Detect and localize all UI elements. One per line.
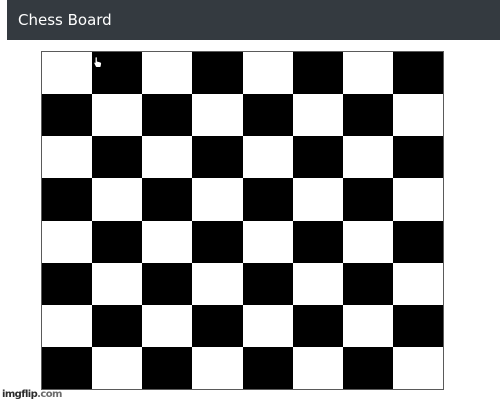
board-square-r2-c2[interactable] — [92, 94, 143, 137]
board-square-r8-c4[interactable] — [192, 346, 243, 389]
board-square-r6-c4[interactable] — [192, 262, 243, 305]
board-square-r8-c1[interactable] — [42, 346, 93, 389]
board-square-r1-c8[interactable] — [392, 52, 443, 95]
board-square-r8-c5[interactable] — [242, 346, 293, 389]
board-square-r8-c7[interactable] — [342, 346, 393, 389]
board-square-r5-c1[interactable] — [42, 220, 93, 263]
board-square-r2-c1[interactable] — [42, 94, 93, 137]
board-square-r4-c8[interactable] — [392, 178, 443, 221]
board-square-r7-c7[interactable] — [342, 304, 393, 347]
board-square-r5-c7[interactable] — [342, 220, 393, 263]
board-square-r3-c5[interactable] — [242, 136, 293, 179]
board-square-r2-c3[interactable] — [142, 94, 193, 137]
watermark-domain: .com — [37, 389, 62, 400]
chess-board[interactable] — [41, 51, 444, 390]
board-square-r1-c3[interactable] — [142, 52, 193, 95]
board-square-r1-c2[interactable] — [92, 52, 143, 95]
board-square-r4-c2[interactable] — [92, 178, 143, 221]
board-square-r2-c8[interactable] — [392, 94, 443, 137]
board-square-r4-c1[interactable] — [42, 178, 93, 221]
board-square-r7-c1[interactable] — [42, 304, 93, 347]
board-square-r4-c7[interactable] — [342, 178, 393, 221]
board-square-r4-c4[interactable] — [192, 178, 243, 221]
board-square-r6-c5[interactable] — [242, 262, 293, 305]
imgflip-watermark: imgflip .com — [2, 389, 62, 400]
board-square-r5-c2[interactable] — [92, 220, 143, 263]
board-square-r3-c1[interactable] — [42, 136, 93, 179]
board-square-r6-c7[interactable] — [342, 262, 393, 305]
page: Chess Board imgflip .com — [0, 0, 500, 403]
board-square-r5-c4[interactable] — [192, 220, 243, 263]
board-square-r7-c5[interactable] — [242, 304, 293, 347]
board-square-r3-c6[interactable] — [292, 136, 343, 179]
board-square-r4-c3[interactable] — [142, 178, 193, 221]
board-square-r5-c8[interactable] — [392, 220, 443, 263]
board-square-r3-c4[interactable] — [192, 136, 243, 179]
board-square-r3-c8[interactable] — [392, 136, 443, 179]
hand-pointer-icon — [93, 56, 103, 68]
watermark-text: imgflip — [2, 389, 38, 400]
board-square-r8-c2[interactable] — [92, 346, 143, 389]
board-square-r7-c2[interactable] — [92, 304, 143, 347]
board-square-r4-c6[interactable] — [292, 178, 343, 221]
board-square-r2-c4[interactable] — [192, 94, 243, 137]
board-square-r1-c7[interactable] — [342, 52, 393, 95]
board-square-r5-c3[interactable] — [142, 220, 193, 263]
board-square-r8-c8[interactable] — [392, 346, 443, 389]
board-square-r1-c1[interactable] — [42, 52, 93, 95]
board-square-r5-c5[interactable] — [242, 220, 293, 263]
board-square-r7-c3[interactable] — [142, 304, 193, 347]
board-square-r3-c7[interactable] — [342, 136, 393, 179]
board-square-r8-c3[interactable] — [142, 346, 193, 389]
board-square-r2-c6[interactable] — [292, 94, 343, 137]
board-square-r1-c5[interactable] — [242, 52, 293, 95]
board-square-r7-c4[interactable] — [192, 304, 243, 347]
board-square-r6-c3[interactable] — [142, 262, 193, 305]
board-square-r6-c2[interactable] — [92, 262, 143, 305]
board-square-r3-c3[interactable] — [142, 136, 193, 179]
board-square-r7-c8[interactable] — [392, 304, 443, 347]
board-square-r6-c8[interactable] — [392, 262, 443, 305]
board-square-r2-c7[interactable] — [342, 94, 393, 137]
page-title: Chess Board — [18, 11, 112, 29]
board-square-r4-c5[interactable] — [242, 178, 293, 221]
board-square-r6-c6[interactable] — [292, 262, 343, 305]
board-square-r1-c4[interactable] — [192, 52, 243, 95]
board-square-r7-c6[interactable] — [292, 304, 343, 347]
board-square-r2-c5[interactable] — [242, 94, 293, 137]
board-square-r5-c6[interactable] — [292, 220, 343, 263]
board-square-r6-c1[interactable] — [42, 262, 93, 305]
board-square-r3-c2[interactable] — [92, 136, 143, 179]
board-square-r8-c6[interactable] — [292, 346, 343, 389]
board-square-r1-c6[interactable] — [292, 52, 343, 95]
title-bar: Chess Board — [7, 0, 500, 40]
